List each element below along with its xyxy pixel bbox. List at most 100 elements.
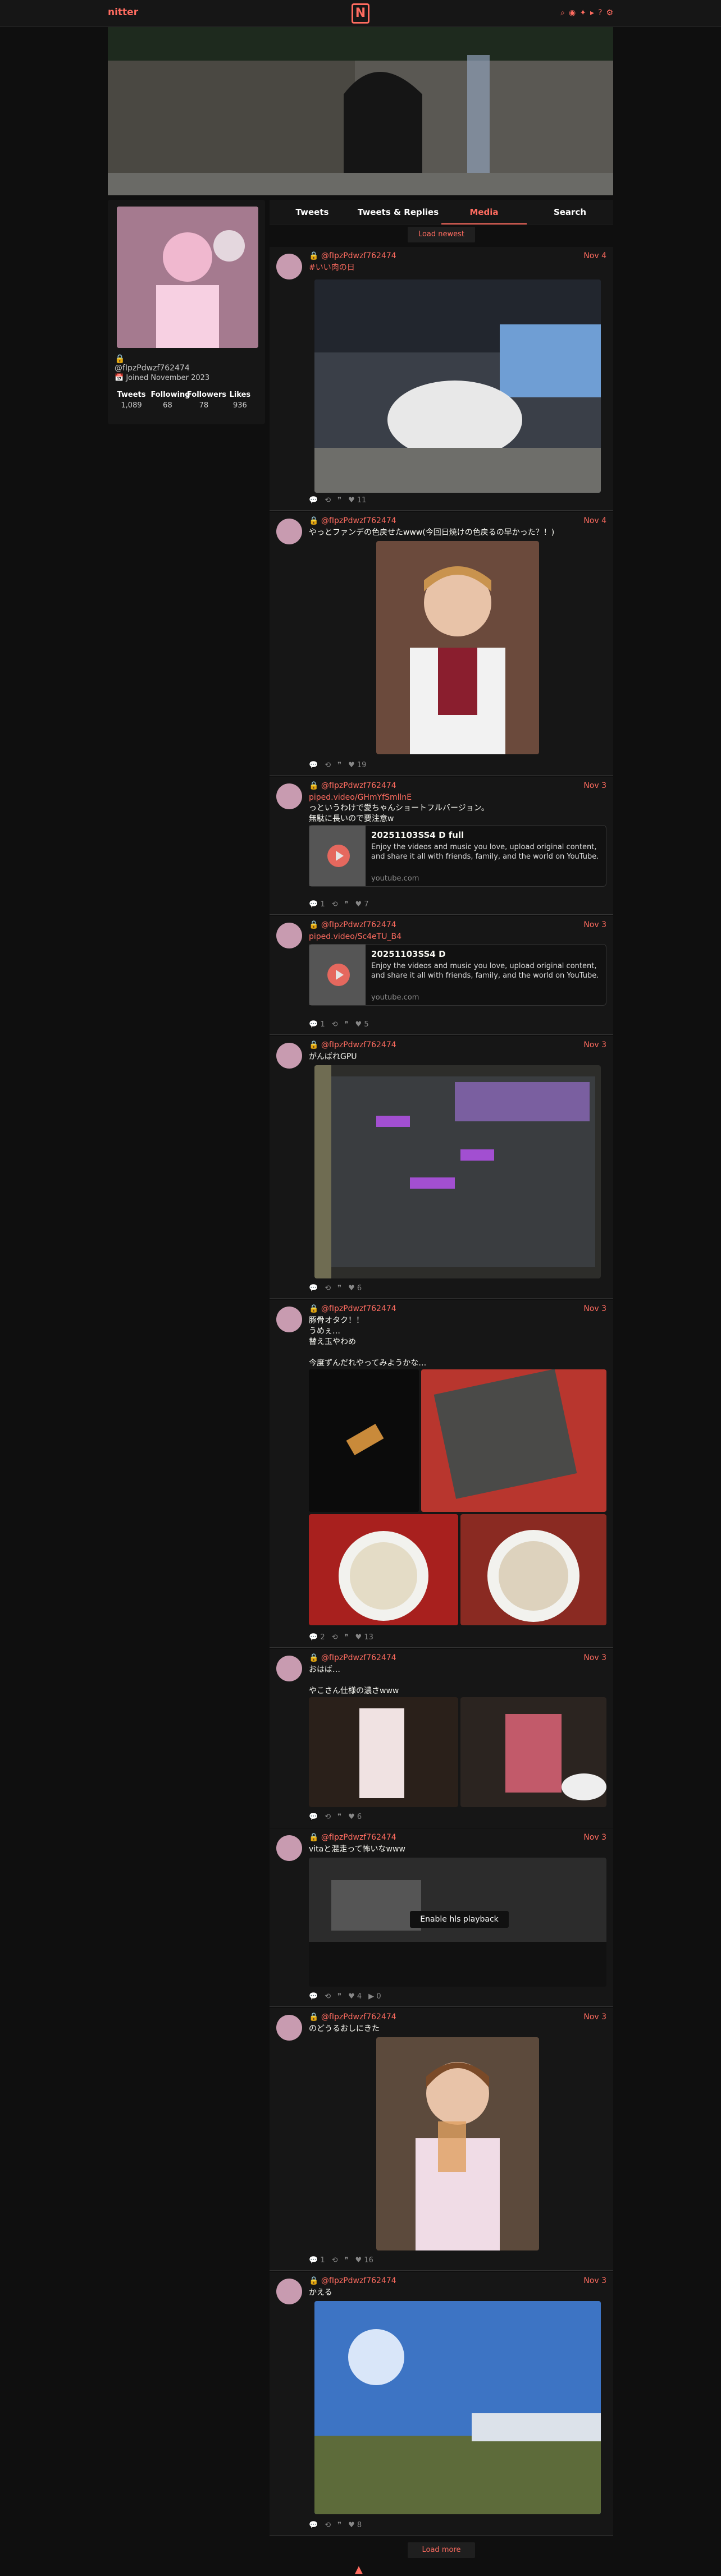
tweet-handle[interactable]: @fIpzPdwzf762474	[321, 2276, 396, 2285]
tab-search[interactable]: Search	[527, 200, 613, 224]
tweet-image[interactable]	[460, 1697, 606, 1807]
like-icon[interactable]: ♥ 6	[348, 1284, 362, 1292]
tab-media[interactable]: Media	[441, 200, 527, 224]
like-icon[interactable]: ♥ 8	[348, 2521, 362, 2529]
rss-icon[interactable]: ◉	[569, 8, 576, 17]
play-icon[interactable]	[327, 964, 350, 986]
tweet-handle[interactable]: @fIpzPdwzf762474	[321, 781, 396, 790]
comment-icon[interactable]: 💬	[309, 496, 318, 505]
like-icon[interactable]: ♥ 19	[348, 761, 366, 769]
nitter-logo[interactable]: N	[352, 3, 369, 24]
link-card[interactable]: 20251103SS4 D full Enjoy the videos and …	[309, 825, 606, 887]
quote-icon[interactable]: ❞	[337, 1992, 341, 2001]
like-icon[interactable]: ♥ 7	[355, 900, 369, 909]
tweet-avatar[interactable]	[276, 783, 302, 809]
retweet-icon[interactable]: ⟲	[325, 2521, 331, 2529]
comment-icon[interactable]: 💬	[309, 1992, 318, 2001]
question-icon[interactable]: ?	[598, 8, 602, 17]
tweet-image[interactable]	[309, 1369, 419, 1512]
brand-link[interactable]: nitter	[108, 7, 138, 18]
tweet[interactable]: 🔒 @fIpzPdwzf762474 Nov 3 piped.video/Sc4e…	[270, 916, 613, 1035]
tweet-date[interactable]: Nov 3	[583, 1653, 606, 1662]
profile-avatar[interactable]	[117, 207, 258, 348]
quote-icon[interactable]: ❞	[345, 1020, 349, 1029]
quote-icon[interactable]: ❞	[337, 1284, 341, 1292]
link-card[interactable]: 20251103SS4 D Enjoy the videos and music…	[309, 944, 606, 1006]
tweet-image[interactable]	[314, 1065, 601, 1278]
tweet-avatar[interactable]	[276, 923, 302, 948]
tweet-date[interactable]: Nov 3	[583, 2276, 606, 2285]
tweet-handle[interactable]: @fIpzPdwzf762474	[321, 1833, 396, 1842]
tweet-date[interactable]: Nov 3	[583, 2013, 606, 2022]
quote-icon[interactable]: ❞	[345, 900, 349, 909]
tweet-handle[interactable]: @fIpzPdwzf762474	[321, 251, 396, 260]
load-more-button[interactable]: Load more	[408, 2542, 475, 2558]
tweet-date[interactable]: Nov 3	[583, 920, 606, 929]
retweet-icon[interactable]: ⟲	[325, 1992, 331, 2001]
retweet-icon[interactable]: ⟲	[325, 761, 331, 769]
tweet-avatar[interactable]	[276, 1656, 302, 1681]
scroll-top-icon[interactable]: ▲	[355, 2564, 363, 2575]
comment-icon[interactable]: 💬	[309, 1284, 318, 1292]
quote-icon[interactable]: ❞	[345, 2256, 349, 2265]
comment-icon[interactable]: 💬	[309, 2521, 318, 2529]
quote-icon[interactable]: ❞	[337, 761, 341, 769]
retweet-icon[interactable]: ⟲	[332, 2256, 338, 2265]
retweet-icon[interactable]: ⟲	[325, 1813, 331, 1821]
like-icon[interactable]: ♥ 6	[348, 1813, 362, 1821]
twitter-icon[interactable]: ✦	[579, 8, 586, 17]
tweet-handle[interactable]: @fIpzPdwzf762474	[321, 1304, 396, 1313]
tweet-date[interactable]: Nov 4	[583, 251, 606, 260]
retweet-icon[interactable]: ⟲	[332, 1020, 338, 1029]
tweet-handle[interactable]: @fIpzPdwzf762474	[321, 2013, 396, 2022]
retweet-icon[interactable]: ⟲	[332, 1633, 338, 1642]
like-icon[interactable]: ♥ 16	[355, 2256, 373, 2265]
quote-icon[interactable]: ❞	[345, 1633, 349, 1642]
tweet-image[interactable]	[421, 1369, 606, 1512]
profile-banner[interactable]	[108, 27, 613, 195]
tweet-handle[interactable]: @fIpzPdwzf762474	[321, 1041, 396, 1049]
quote-icon[interactable]: ❞	[337, 496, 341, 505]
tweet[interactable]: 🔒 @fIpzPdwzf762474 Nov 3 のどうるおしにきた 💬 1 ⟲ ❞ ♥…	[270, 2008, 613, 2271]
retweet-icon[interactable]: ⟲	[332, 900, 338, 909]
tweet-avatar[interactable]	[276, 1835, 302, 1861]
comment-icon[interactable]: 💬 1	[309, 2256, 325, 2265]
tweet-handle[interactable]: @fIpzPdwzf762474	[321, 1653, 396, 1662]
tweet-date[interactable]: Nov 3	[583, 1304, 606, 1313]
stat-following[interactable]: Following 68	[150, 391, 190, 410]
tweet-avatar[interactable]	[276, 2279, 302, 2304]
tweet-image[interactable]	[309, 1514, 458, 1625]
tweet-handle[interactable]: @fIpzPdwzf762474	[321, 920, 396, 929]
profile-handle[interactable]: @fIpzPdwzf762474	[115, 364, 190, 373]
quote-icon[interactable]: ❞	[337, 1813, 341, 1821]
tweet-image[interactable]	[376, 2037, 539, 2250]
stat-tweets[interactable]: Tweets 1,089	[115, 391, 148, 410]
tweet-image[interactable]	[460, 1514, 606, 1625]
tweet-date[interactable]: Nov 3	[583, 781, 606, 790]
settings-icon[interactable]: ⚙	[606, 8, 613, 17]
tweet[interactable]: 🔒 @fIpzPdwzf762474 Nov 4 やっとファンデの色戻せたwww(…	[270, 512, 613, 776]
tweet-image[interactable]	[314, 279, 601, 493]
comment-icon[interactable]: 💬 1	[309, 1020, 325, 1029]
tweet-date[interactable]: Nov 3	[583, 1041, 606, 1049]
tweet-avatar[interactable]	[276, 254, 302, 279]
tweet-date[interactable]: Nov 4	[583, 516, 606, 525]
quote-icon[interactable]: ❞	[337, 2521, 341, 2529]
tag-icon[interactable]: ▸	[590, 8, 594, 17]
play-icon[interactable]	[327, 845, 350, 867]
tweet-avatar[interactable]	[276, 1043, 302, 1069]
tweet-image[interactable]	[309, 1697, 458, 1807]
comment-icon[interactable]: 💬 1	[309, 900, 325, 909]
video-link[interactable]: piped.video/GHmYfSmllnE	[309, 793, 412, 802]
tweet[interactable]: 🔒 @fIpzPdwzf762474 Nov 3 豚骨オタク！！ うめぇ… 替え玉やわ…	[270, 1300, 613, 1648]
like-icon[interactable]: ♥ 11	[348, 496, 366, 505]
tweet[interactable]: 🔒 @fIpzPdwzf762474 Nov 3 がんばれGPU 💬 ⟲ ❞ ♥ 6	[270, 1036, 613, 1299]
like-icon[interactable]: ♥ 4	[348, 1992, 362, 2001]
tweet[interactable]: 🔒 @fIpzPdwzf762474 Nov 3 piped.video/GHmY…	[270, 777, 613, 915]
tweet[interactable]: 🔒 @fIpzPdwzf762474 Nov 4 #いい肉の日 💬 ⟲ ❞ ♥ 11	[270, 247, 613, 511]
tweet-avatar[interactable]	[276, 1307, 302, 1332]
retweet-icon[interactable]: ⟲	[325, 496, 331, 505]
enable-playback-button[interactable]: Enable hls playback	[410, 1911, 509, 1928]
stat-followers[interactable]: Followers 78	[187, 391, 226, 410]
like-icon[interactable]: ♥ 5	[355, 1020, 369, 1029]
